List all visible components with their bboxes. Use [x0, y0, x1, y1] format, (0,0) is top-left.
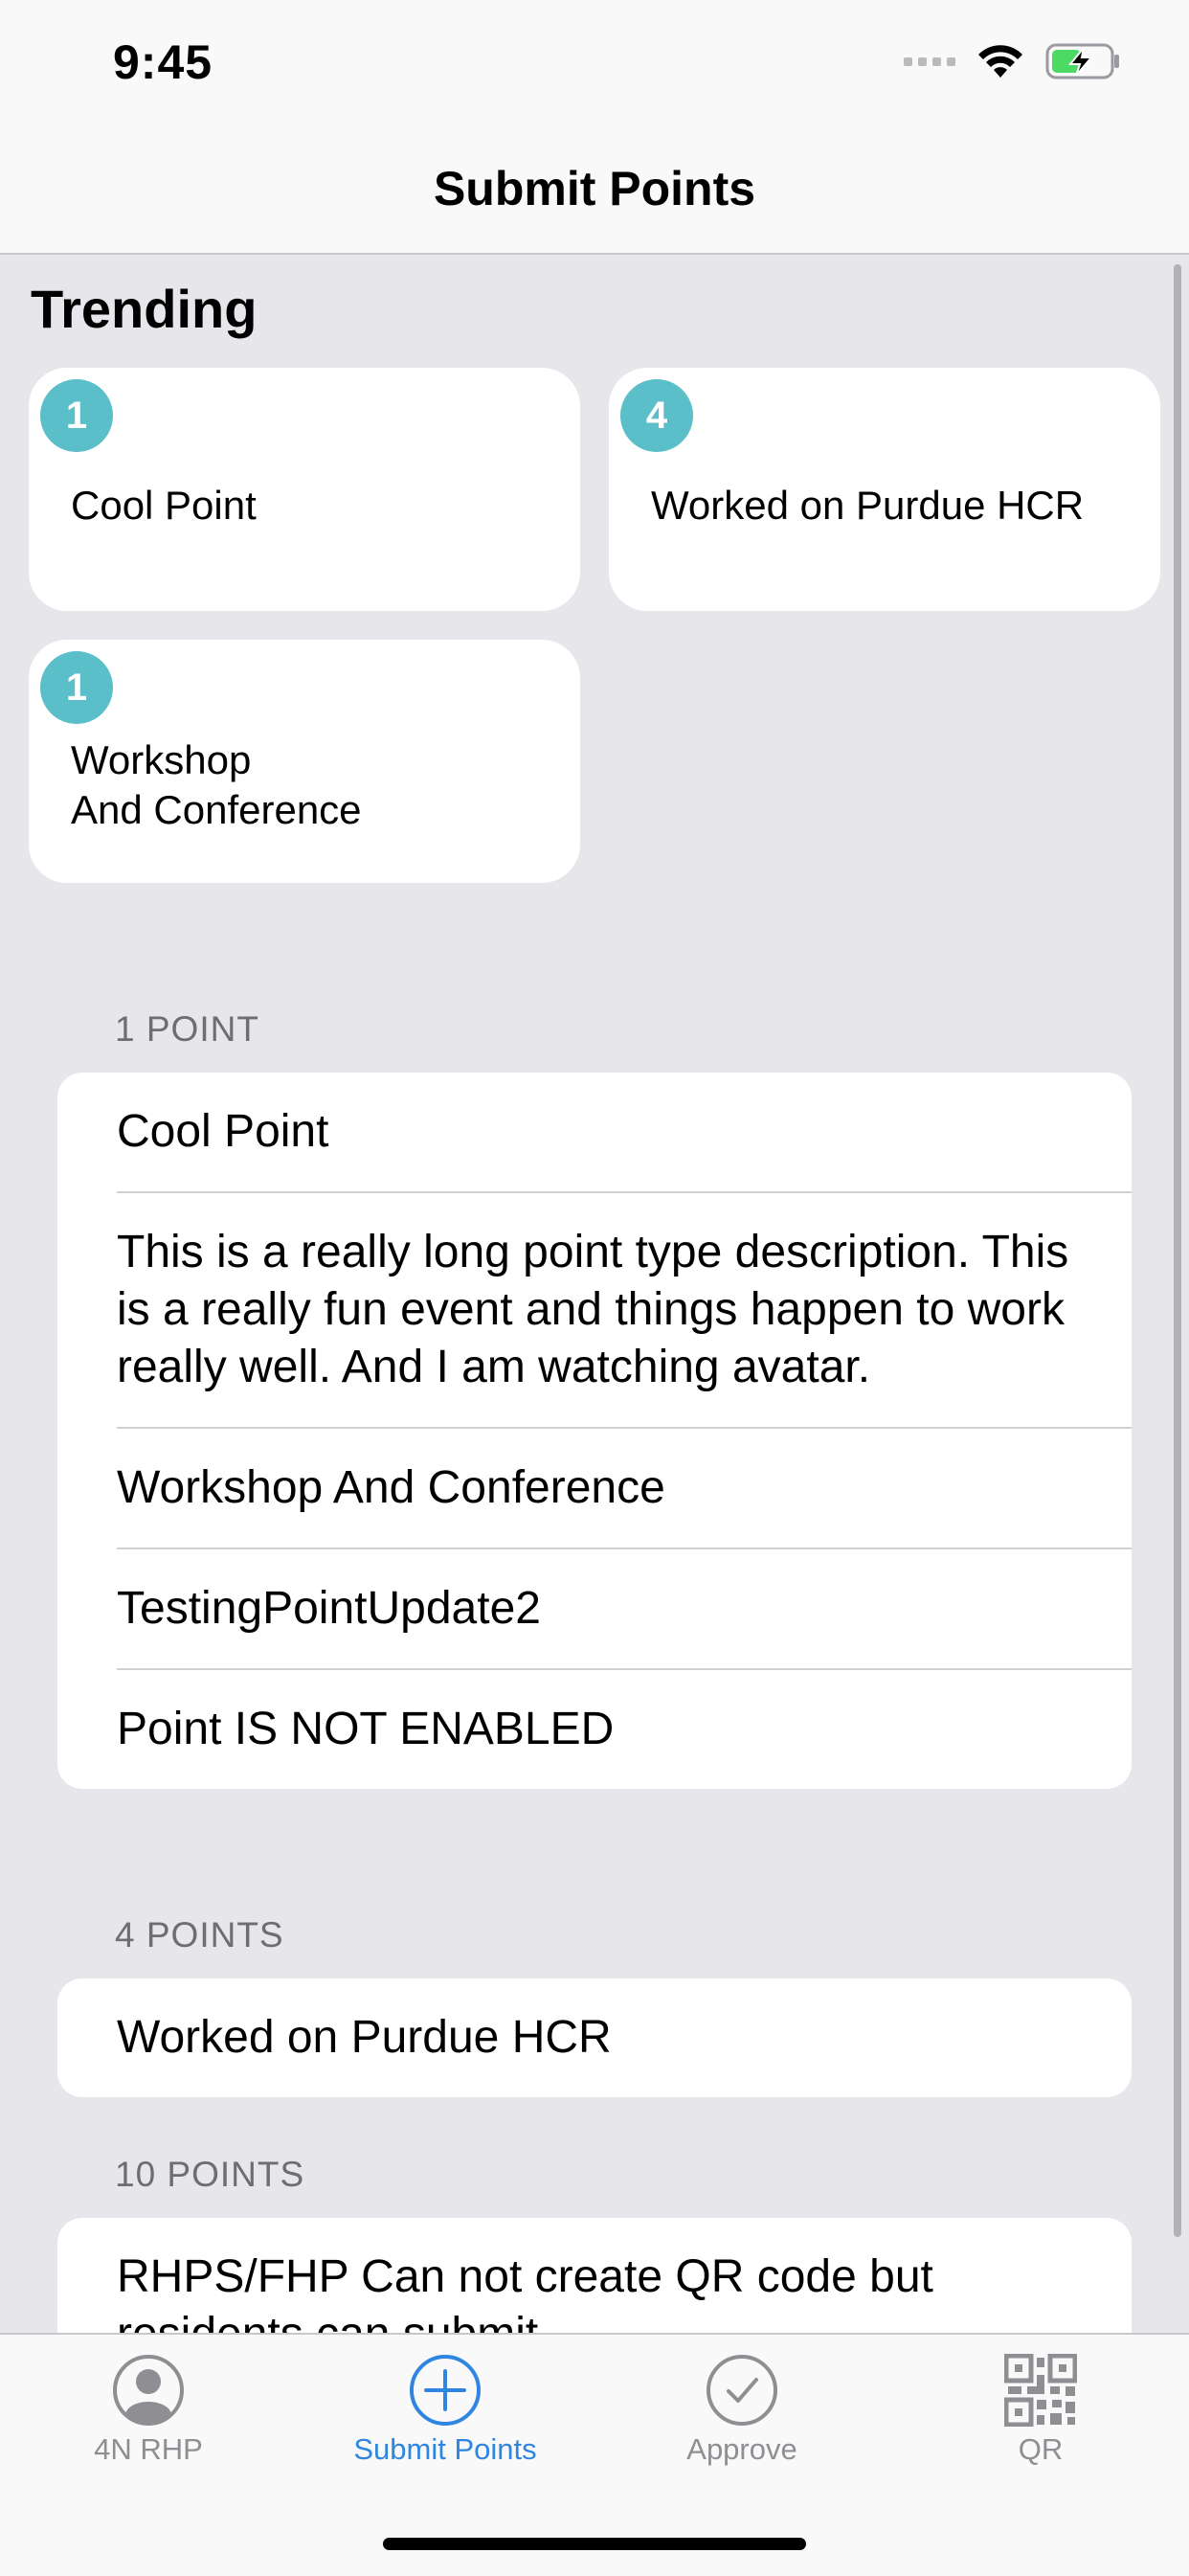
status-time: 9:45	[113, 35, 213, 89]
wifi-icon	[978, 45, 1022, 78]
status-icons	[904, 42, 1122, 80]
section-header: 10 POINTS	[115, 2155, 305, 2194]
trending-card-purdue-hcr[interactable]: 4 Worked on Purdue HCR	[609, 368, 1160, 611]
point-type-row[interactable]: TestingPointUpdate2	[57, 1549, 1132, 1670]
point-type-group-4: Worked on Purdue HCR	[57, 1978, 1132, 2097]
cellular-signal-icon	[904, 56, 955, 66]
trending-card-label-line: Workshop	[71, 737, 252, 782]
tab-label: 4N RHP	[94, 2432, 203, 2466]
trending-card-cool-point[interactable]: 1 Cool Point	[29, 368, 580, 611]
battery-charging-icon	[1045, 43, 1119, 79]
row-label: Cool Point	[117, 1073, 1132, 1193]
trending-card-label: Cool Point	[71, 483, 257, 528]
trending-card-label: Worked on Purdue HCR	[651, 483, 1085, 528]
top-bar: 9:45 Submit Points	[0, 0, 1189, 255]
trending-card-workshop[interactable]: 1 Workshop And Conference	[29, 640, 580, 883]
point-type-group-1: Cool Point This is a really long point t…	[57, 1073, 1132, 1789]
row-label: This is a really long point type descrip…	[117, 1193, 1132, 1429]
row-label: Worked on Purdue HCR	[117, 2012, 612, 2063]
point-type-group-10: RHPS/FHP Can not create QR code but resi…	[57, 2218, 1132, 2333]
count-badge: 1	[40, 379, 113, 452]
row-label: Point IS NOT ENABLED	[117, 1704, 615, 1754]
tab-qr[interactable]: QR	[892, 2354, 1189, 2467]
section-header: 1 POINT	[115, 1009, 259, 1049]
count-badge: 4	[620, 379, 693, 452]
point-type-row[interactable]: Workshop And Conference	[57, 1429, 1132, 1549]
row-label: RHPS/FHP Can not create QR code but resi…	[117, 2251, 933, 2333]
home-indicator	[383, 2538, 806, 2550]
tab-approve[interactable]: Approve	[594, 2354, 890, 2467]
person-circle-icon	[113, 2355, 184, 2426]
section-header: 4 POINTS	[115, 1915, 284, 1955]
trending-heading: Trending	[31, 279, 258, 339]
tab-label: Approve	[686, 2432, 797, 2466]
point-type-row[interactable]: Worked on Purdue HCR	[57, 1978, 1132, 2097]
row-label: TestingPointUpdate2	[117, 1549, 1132, 1670]
plus-circle-icon	[410, 2355, 481, 2426]
trending-card-label: Workshop And Conference	[71, 735, 362, 835]
row-label: Workshop And Conference	[117, 1429, 1132, 1549]
scroll-indicator	[1174, 264, 1181, 2237]
tab-label: Submit Points	[353, 2432, 537, 2466]
point-type-row[interactable]: RHPS/FHP Can not create QR code but resi…	[57, 2218, 1132, 2333]
point-type-row[interactable]: Cool Point	[57, 1073, 1132, 1193]
qrcode-icon	[1004, 2354, 1077, 2427]
content-scroll[interactable]: Trending 1 Cool Point 4 Worked on Purdue…	[0, 255, 1189, 2333]
point-type-row[interactable]: This is a really long point type descrip…	[57, 1193, 1132, 1429]
count-badge: 1	[40, 651, 113, 724]
checkmark-circle-icon	[707, 2355, 777, 2426]
page-title: Submit Points	[433, 162, 756, 215]
trending-card-label-line: And Conference	[71, 787, 362, 832]
point-type-row[interactable]: Point IS NOT ENABLED	[57, 1670, 1132, 1789]
tab-4n-rhp[interactable]: 4N RHP	[0, 2354, 297, 2467]
tab-submit-points[interactable]: Submit Points	[297, 2354, 594, 2467]
tab-label: QR	[1018, 2432, 1064, 2466]
